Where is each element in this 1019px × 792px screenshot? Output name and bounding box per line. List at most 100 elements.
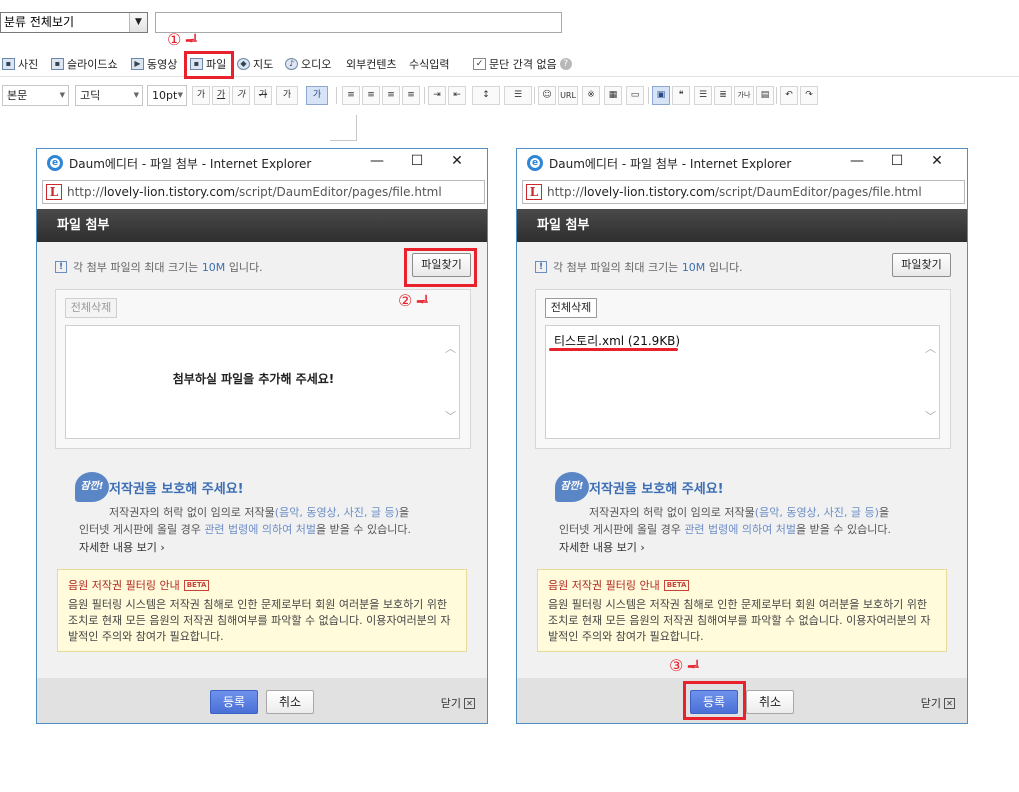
- size-notice: ! 각 첨부 파일의 최대 크기는 10M 입니다.: [535, 259, 743, 275]
- maximize-icon[interactable]: ☐: [877, 153, 917, 169]
- step1-marker: ① ᆗ: [167, 30, 197, 49]
- copyright-more-link[interactable]: 자세한 내용 보기 ›: [79, 539, 165, 555]
- copyright-line-2: 인터넷 게시판에 올릴 경우 관련 법령에 의하여 처벌을 받을 수 있습니다.: [79, 523, 411, 536]
- audio-icon: ♪: [285, 58, 298, 70]
- indent-icon[interactable]: ⇥: [428, 86, 446, 105]
- window-title: Daum에디터 - 파일 첨부 - Internet Explorer: [69, 156, 312, 171]
- line-height-icon[interactable]: ↕: [472, 86, 500, 105]
- address-bar[interactable]: L http://lovely-lion.tistory.com/script/…: [42, 180, 485, 204]
- close-icon: ✕: [944, 697, 955, 709]
- photo-icon: ▪: [2, 58, 15, 70]
- close-icon[interactable]: ✕: [437, 153, 477, 169]
- cursor-icon: ᆗ: [687, 660, 699, 675]
- close-link[interactable]: 닫기 ✕: [921, 695, 955, 711]
- outdent-icon[interactable]: ⇤: [448, 86, 466, 105]
- align-justify-icon[interactable]: ≡: [402, 86, 420, 105]
- category-select[interactable]: 분류 전체보기 ▼: [0, 12, 148, 33]
- undo-icon[interactable]: ↶: [780, 86, 798, 105]
- scrollbar[interactable]: ︿ ﹀: [441, 326, 459, 438]
- list-icon[interactable]: ☰: [504, 86, 532, 105]
- file-attach-window-empty: e Daum에디터 - 파일 첨부 - Internet Explorer — …: [36, 148, 488, 724]
- ie-icon: e: [47, 155, 63, 171]
- redo-icon[interactable]: ↷: [800, 86, 818, 105]
- address-bar[interactable]: L http://lovely-lion.tistory.com/script/…: [522, 180, 965, 204]
- strike-button[interactable]: 가: [254, 86, 272, 105]
- insert-slideshow-button[interactable]: ▪ 슬라이드쇼: [51, 55, 118, 73]
- audio-filter-notice: 음원 저작권 필터링 안내 BETA 음원 필터링 시스템은 저작권 침해로 인…: [537, 569, 947, 652]
- beta-badge: BETA: [183, 579, 210, 591]
- attached-file-item[interactable]: 티스토리.xml (21.9KB): [554, 332, 680, 349]
- find-file-button[interactable]: 파일찾기: [892, 253, 951, 277]
- cancel-button[interactable]: 취소: [266, 690, 314, 714]
- file-list[interactable]: 티스토리.xml (21.9KB) ︿ ﹀: [545, 325, 940, 439]
- minimize-icon[interactable]: —: [357, 153, 397, 169]
- copyright-line-2: 인터넷 게시판에 올릴 경우 관련 법령에 의하여 처벌을 받을 수 있습니다.: [559, 523, 891, 536]
- post-title-input[interactable]: [155, 12, 562, 33]
- step3-marker: ③ ᆗ: [669, 656, 699, 675]
- insert-toolbar: ▪ 사진 ▪ 슬라이드쇼 ▶ 동영상 ▪ 파일 ◆ 지도 ♪ 오디오 외부컨텐츠…: [0, 50, 1019, 77]
- italic-button[interactable]: 가: [232, 86, 250, 105]
- cancel-button[interactable]: 취소: [746, 690, 794, 714]
- paragraph-style-select[interactable]: 본문 ▼: [2, 85, 69, 106]
- insert-external-button[interactable]: 외부컨텐츠: [346, 55, 397, 73]
- emoticon-icon[interactable]: ☺: [538, 86, 556, 105]
- bold-button[interactable]: 가: [192, 86, 210, 105]
- register-button[interactable]: 등록: [210, 690, 258, 714]
- textbox-icon[interactable]: ▣: [652, 86, 670, 105]
- divider-line-icon[interactable]: ≣: [714, 86, 732, 105]
- insert-photo-button[interactable]: ▪ 사진: [2, 55, 38, 73]
- editor-content-area[interactable]: [330, 115, 357, 141]
- chevron-up-icon[interactable]: ︿: [925, 340, 936, 356]
- window-controls: — ☐ ✕: [357, 153, 477, 169]
- toolbar-divider: [648, 87, 649, 104]
- font-color-button[interactable]: 가: [276, 86, 298, 105]
- image-box-icon[interactable]: ▭: [626, 86, 644, 105]
- font-size-select[interactable]: 10pt ▼: [147, 85, 187, 106]
- copyright-line-1: 저작권자의 허락 없이 임의로 저작물(음악, 동영상, 사진, 글 등)을: [109, 506, 410, 519]
- close-link[interactable]: 닫기 ✕: [441, 695, 475, 711]
- no-paragraph-spacing-checkbox[interactable]: ✓ 문단 간격 없음 ?: [473, 55, 572, 73]
- special-char-button[interactable]: ※: [582, 86, 600, 105]
- chevron-down-icon[interactable]: ﹀: [445, 408, 456, 424]
- toolbar-divider: [336, 87, 337, 104]
- align-left-icon[interactable]: ≡: [342, 86, 360, 105]
- copyright-more-link[interactable]: 자세한 내용 보기 ›: [559, 539, 645, 555]
- filter-text: 음원 필터링 시스템은 저작권 침해로 인한 문제로부터 회원 여러분을 보호하…: [548, 598, 931, 643]
- file-list[interactable]: 첨부하실 파일을 추가해 주세요! ︿ ﹀: [65, 325, 460, 439]
- table-icon[interactable]: ▦: [604, 86, 622, 105]
- insert-formula-button[interactable]: 수식입력: [409, 55, 449, 73]
- underline-button[interactable]: 가: [212, 86, 230, 105]
- help-icon[interactable]: ?: [559, 58, 572, 70]
- popup-header: 파일 첨부: [37, 209, 487, 242]
- info-icon: !: [535, 261, 547, 273]
- insert-audio-button[interactable]: ♪ 오디오: [285, 55, 331, 73]
- file-attach-window-with-file: e Daum에디터 - 파일 첨부 - Internet Explorer — …: [516, 148, 968, 724]
- delete-all-button[interactable]: 전체삭제: [545, 298, 597, 318]
- maximize-icon[interactable]: ☐: [397, 153, 437, 169]
- delete-all-button[interactable]: 전체삭제: [65, 298, 117, 318]
- toolbar-divider: [424, 87, 425, 104]
- more-button[interactable]: 가나: [734, 86, 754, 105]
- size-notice: ! 각 첨부 파일의 최대 크기는 10M 입니다.: [55, 259, 263, 275]
- link-button[interactable]: URL: [558, 86, 578, 105]
- window-controls: — ☐ ✕: [837, 153, 957, 169]
- quote-button[interactable]: ❝: [672, 86, 690, 105]
- font-select[interactable]: 고딕 ▼: [75, 85, 143, 106]
- chevron-up-icon[interactable]: ︿: [445, 340, 456, 356]
- align-center-icon[interactable]: ≡: [362, 86, 380, 105]
- format-toolbar: 본문 ▼ 고딕 ▼ 10pt ▼ 가 가 가 가 가 가 ≡ ≡ ≡ ≡ ⇥ ⇤ ↕ …: [0, 84, 1019, 108]
- copyright-title: 저작권을 보호해 주세요!: [589, 482, 724, 497]
- insert-video-button[interactable]: ▶ 동영상: [131, 55, 177, 73]
- minimize-icon[interactable]: —: [837, 153, 877, 169]
- close-icon[interactable]: ✕: [917, 153, 957, 169]
- highlight-file-button: [184, 51, 234, 79]
- highlight-find-file-button: [404, 248, 477, 287]
- audio-filter-notice: 음원 저작권 필터링 안내 BETA 음원 필터링 시스템은 저작권 침해로 인…: [57, 569, 467, 652]
- bg-color-button[interactable]: 가: [306, 86, 328, 105]
- horizontal-line-icon[interactable]: ☰: [694, 86, 712, 105]
- save-icon[interactable]: ▤: [756, 86, 774, 105]
- scrollbar[interactable]: ︿ ﹀: [921, 326, 939, 438]
- chevron-down-icon[interactable]: ﹀: [925, 408, 936, 424]
- align-right-icon[interactable]: ≡: [382, 86, 400, 105]
- insert-map-button[interactable]: ◆ 지도: [237, 55, 273, 73]
